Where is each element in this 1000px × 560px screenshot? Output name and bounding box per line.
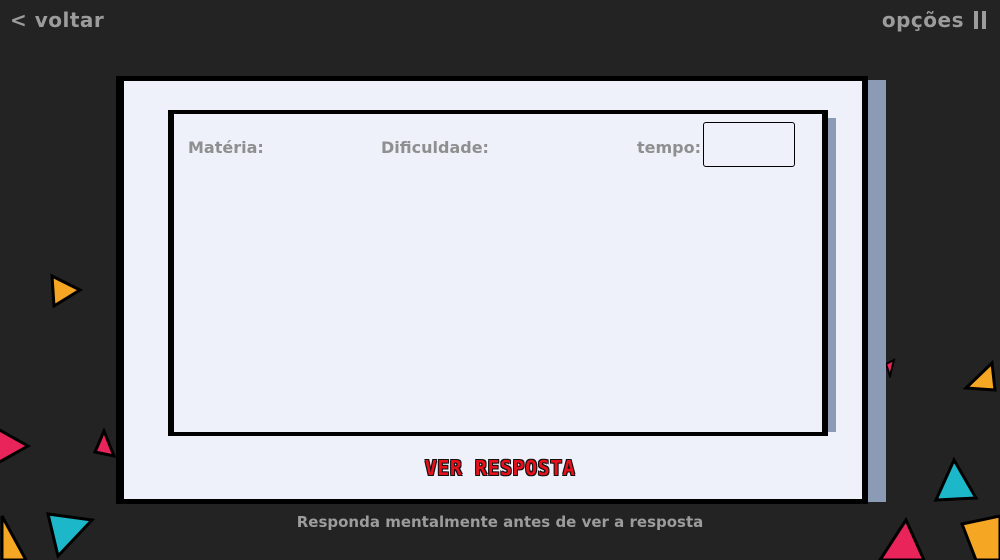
hint-text: Responda mentalmente antes de ver a resp… — [296, 513, 704, 531]
back-link[interactable]: < voltar — [10, 8, 104, 32]
dificuldade-label: Dificuldade: — [381, 138, 489, 157]
materia-label: Matéria: — [188, 138, 264, 157]
pause-icon — [974, 11, 986, 29]
triangle-orange-right-icon — [962, 360, 997, 392]
ver-resposta-button[interactable]: VER RESPOSTA — [0, 456, 1000, 480]
tempo-label: tempo: — [637, 138, 702, 157]
options-label: opções — [881, 8, 964, 32]
triangle-orange-left-icon — [50, 273, 84, 308]
options-button[interactable]: opções — [882, 8, 986, 32]
tempo-display — [703, 122, 795, 167]
